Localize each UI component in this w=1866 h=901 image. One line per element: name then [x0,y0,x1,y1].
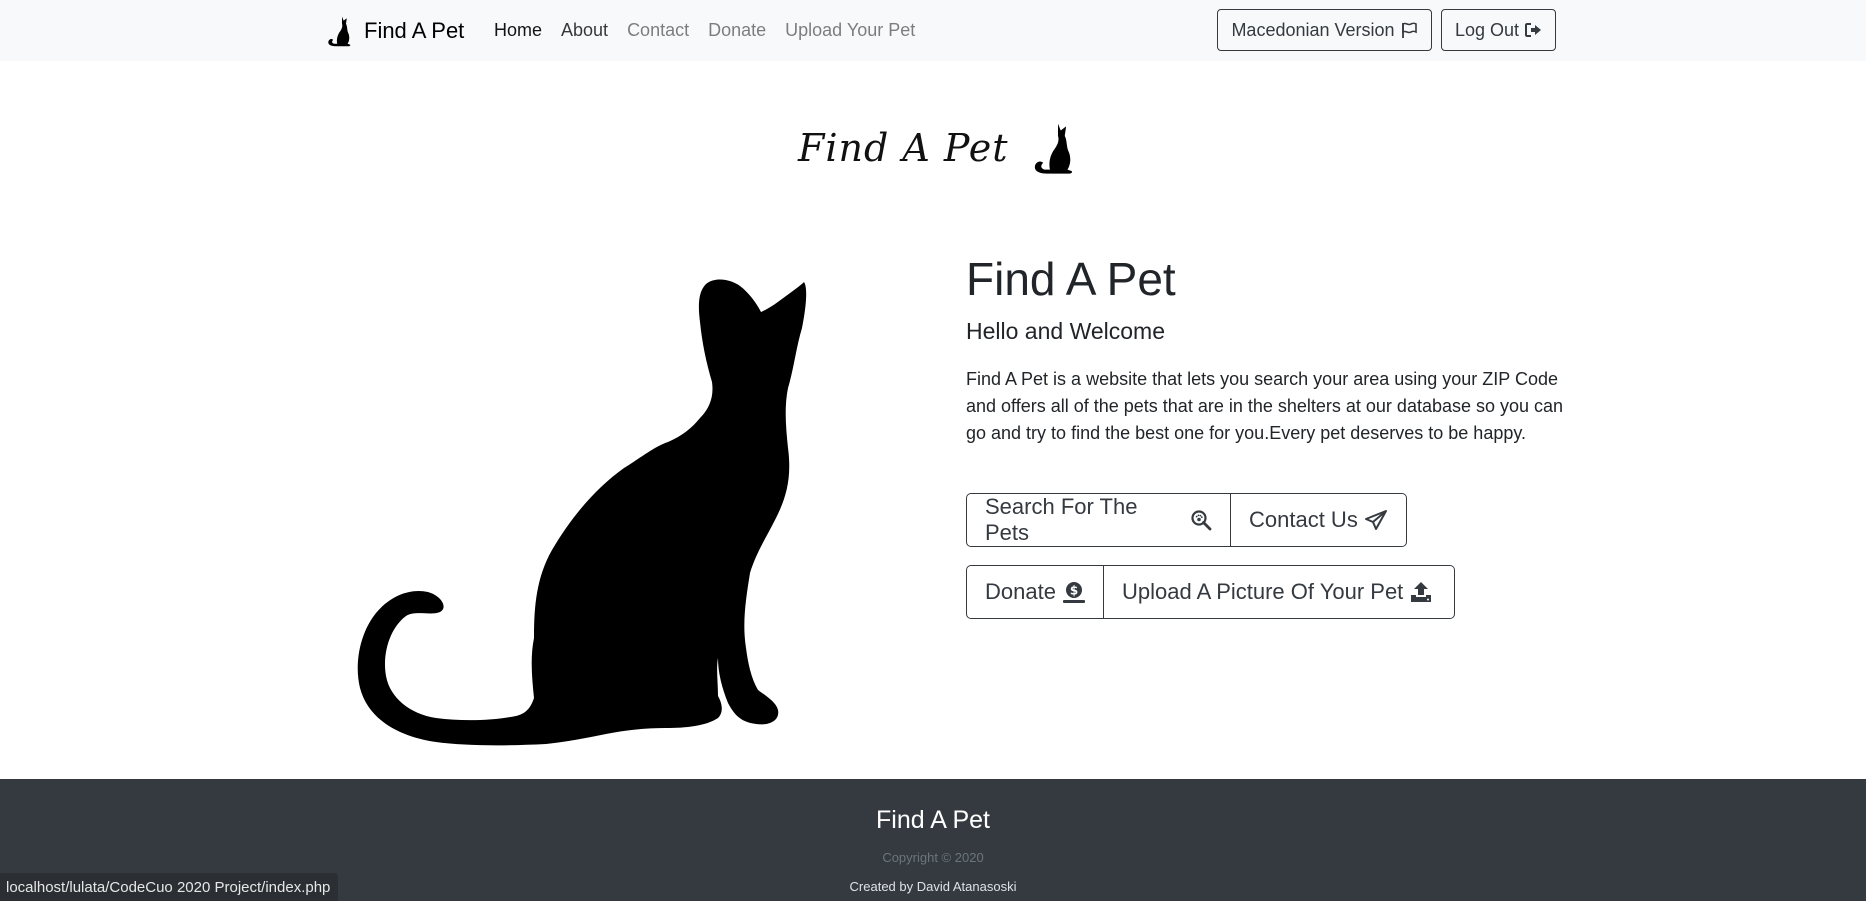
navbar-brand[interactable]: Find A Pet [326,14,464,48]
hero-title: Find A Pet [966,253,1176,305]
brand-name: Find A Pet [364,18,465,43]
navbar: Find A Pet Home About Contact Donate Upl… [0,0,1866,61]
log-out-label: Log Out [1454,19,1520,40]
upload-pet-picture-button[interactable]: Upload A Picture Of Your Pet [1104,565,1455,619]
status-url: localhost/lulata/CodeCuo 2020 Project/in… [6,878,331,896]
donate-label: Donate [985,579,1056,604]
log-out-button[interactable]: Log Out [1441,9,1556,51]
donate-button[interactable]: Donate $ [966,565,1104,619]
cat-silhouette-illustration [356,278,876,748]
cat-icon [326,15,358,47]
contact-us-button[interactable]: Contact Us [1231,493,1407,547]
nav-links: Home About Contact Donate Upload Your Pe… [494,17,915,43]
site-logo: Find A Pet [798,118,1085,178]
macedonian-version-button[interactable]: Macedonian Version [1217,9,1432,51]
action-button-group-2: Donate $ Upload A Picture Of Your Pet [966,565,1455,619]
browser-status-bar: localhost/lulata/CodeCuo 2020 Project/in… [0,873,339,901]
nav-donate[interactable]: Donate [708,17,766,43]
contact-us-label: Contact Us [1249,507,1358,532]
nav-contact[interactable]: Contact [627,17,689,43]
hero-subtitle: Hello and Welcome [966,318,1166,344]
flag-icon [1400,21,1418,39]
logo-text: Find A Pet [798,126,1009,170]
sign-out-icon [1524,21,1542,39]
svg-text:$: $ [1070,584,1078,598]
search-pets-button[interactable]: Search For The Pets [966,493,1231,547]
hero-description: Find A Pet is a website that lets you se… [966,369,1564,443]
upload-icon [1409,580,1433,604]
search-pets-label: Search For The Pets [985,494,1138,545]
footer-copyright: Copyright © 2020 [882,850,984,865]
paper-plane-icon [1364,509,1388,531]
action-button-group-1: Search For The Pets Contact Us [966,493,1407,547]
coin-dollar-icon: $ [1062,580,1086,604]
nav-upload-your-pet[interactable]: Upload Your Pet [785,17,915,43]
nav-about[interactable]: About [561,17,608,43]
footer-title: Find A Pet [876,806,990,834]
macedonian-version-label: Macedonian Version [1231,19,1395,40]
search-paw-icon [1190,509,1212,531]
upload-pet-picture-label: Upload A Picture Of Your Pet [1122,579,1404,604]
cat-icon [1031,120,1085,176]
nav-home[interactable]: Home [494,17,542,43]
